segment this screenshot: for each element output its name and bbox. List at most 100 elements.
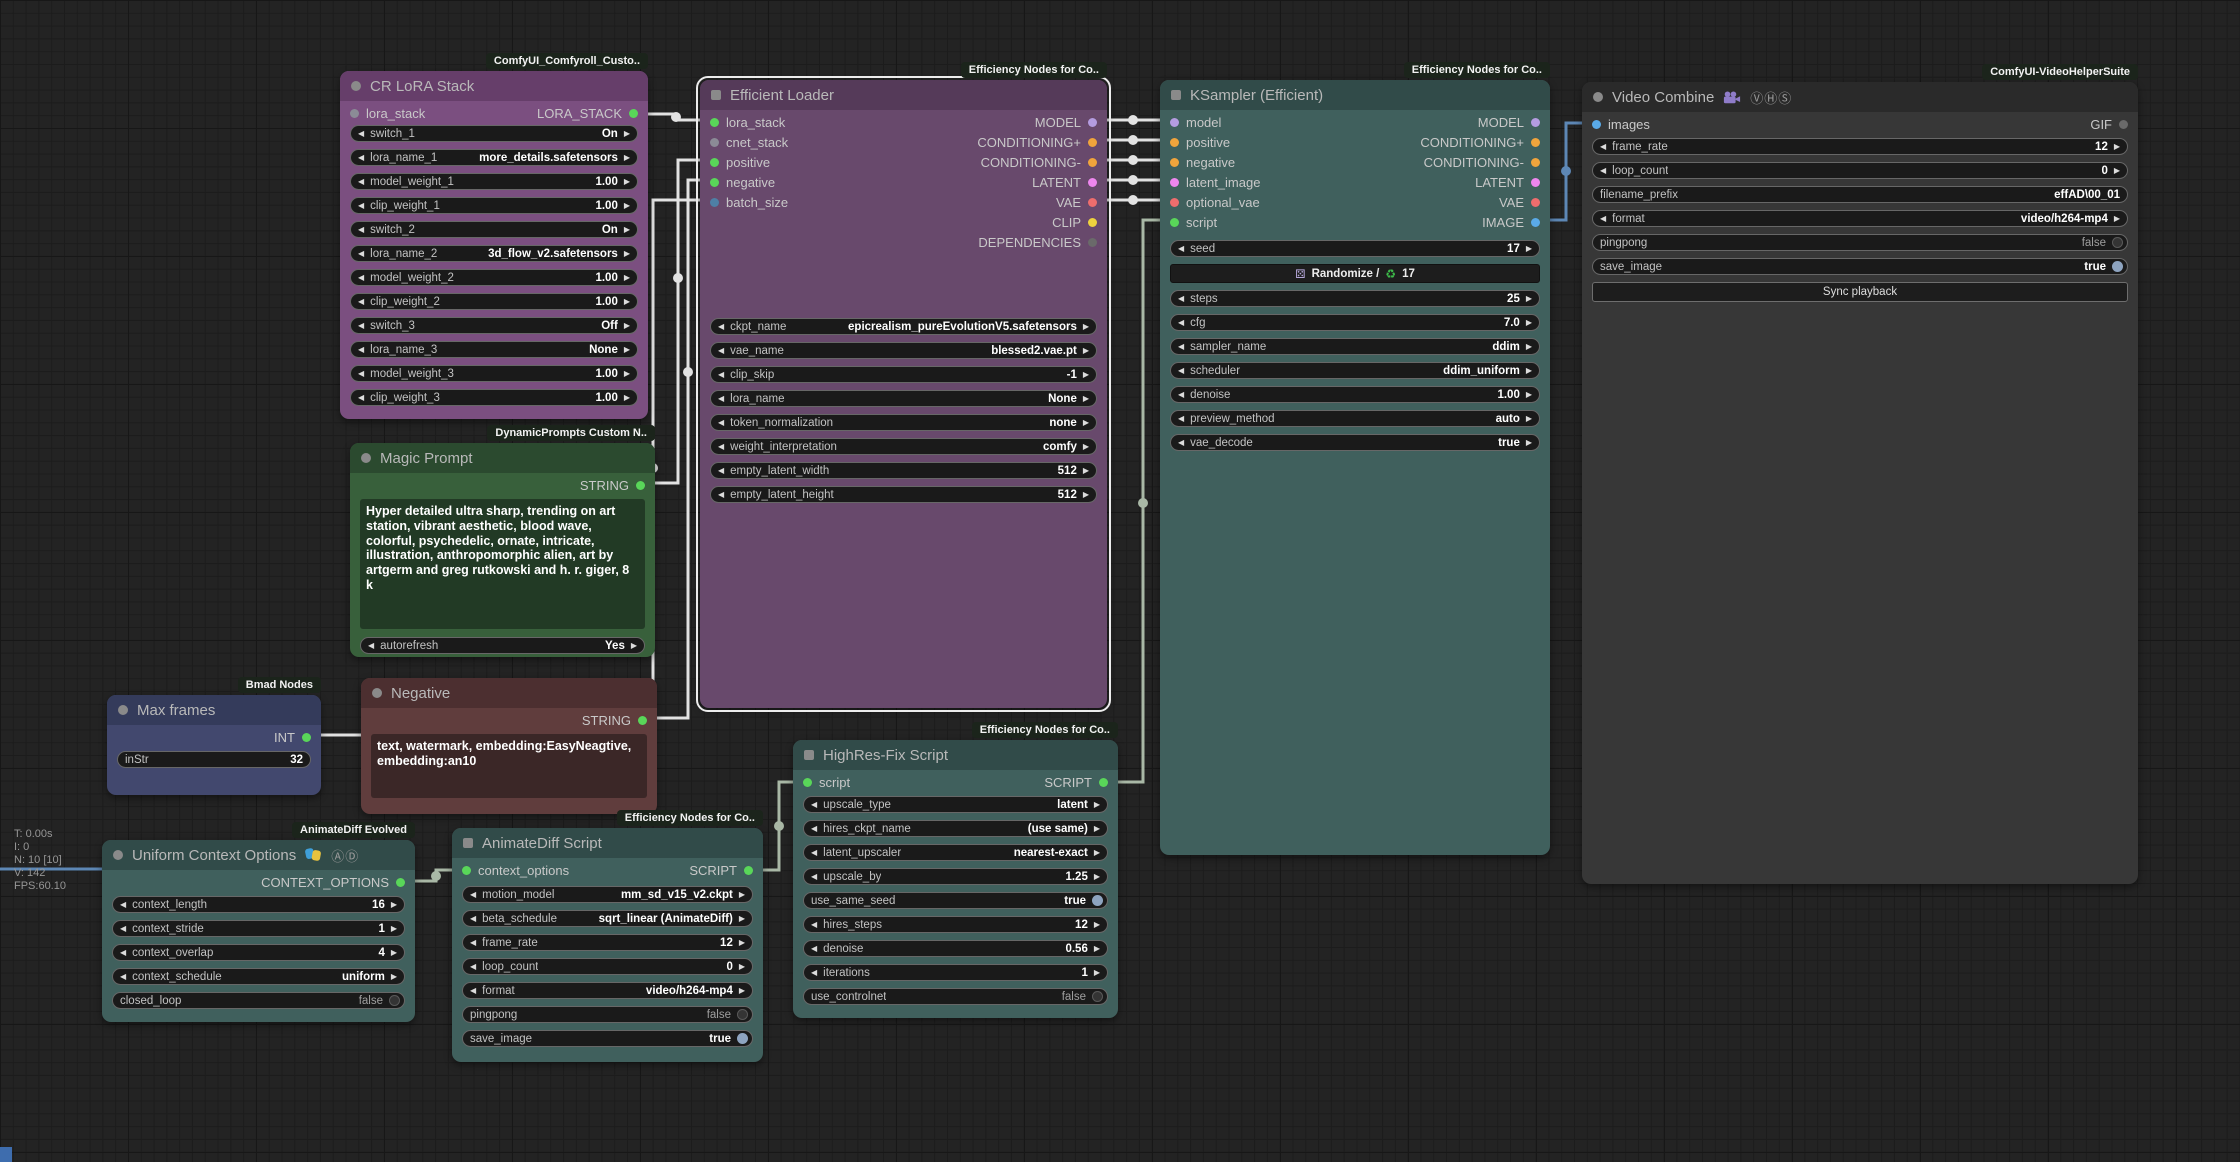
collapse-dot-icon[interactable]: [113, 850, 123, 860]
widget-frame_rate[interactable]: ◀frame_rate12▶: [462, 934, 753, 951]
increment-arrow-icon[interactable]: ▶: [1083, 346, 1089, 355]
increment-arrow-icon[interactable]: ▶: [624, 393, 630, 402]
port-in-batch_size[interactable]: [710, 198, 719, 207]
decrement-arrow-icon[interactable]: ◀: [120, 972, 126, 981]
port-out-CONDITIONING-[interactable]: [1088, 158, 1097, 167]
increment-arrow-icon[interactable]: ▶: [1526, 294, 1532, 303]
widget-inStr[interactable]: inStr32: [117, 751, 311, 768]
widget-model_weight_3[interactable]: ◀model_weight_31.00▶: [350, 365, 638, 382]
widget-steps[interactable]: ◀steps25▶: [1170, 290, 1540, 307]
decrement-arrow-icon[interactable]: ◀: [1600, 214, 1606, 223]
node-header[interactable]: CR LoRA Stack: [340, 71, 648, 101]
port-out-CONDITIONING-[interactable]: [1531, 158, 1540, 167]
decrement-arrow-icon[interactable]: ◀: [358, 249, 364, 258]
port-in-negative[interactable]: [1170, 158, 1179, 167]
decrement-arrow-icon[interactable]: ◀: [718, 466, 724, 475]
widget-iterations[interactable]: ◀iterations1▶: [803, 964, 1108, 981]
node-video-combine[interactable]: ComfyUI-VideoHelperSuite Video Combine Ⓥ…: [1582, 82, 2138, 884]
widget-use_same_seed[interactable]: use_same_seedtrue: [803, 892, 1108, 909]
decrement-arrow-icon[interactable]: ◀: [358, 201, 364, 210]
increment-arrow-icon[interactable]: ▶: [2114, 166, 2120, 175]
decrement-arrow-icon[interactable]: ◀: [718, 394, 724, 403]
increment-arrow-icon[interactable]: ▶: [1083, 418, 1089, 427]
decrement-arrow-icon[interactable]: ◀: [811, 968, 817, 977]
widget-frame_rate[interactable]: ◀frame_rate12▶: [1592, 138, 2128, 155]
increment-arrow-icon[interactable]: ▶: [1094, 944, 1100, 953]
port-out-INT[interactable]: [302, 733, 311, 742]
increment-arrow-icon[interactable]: ▶: [1094, 848, 1100, 857]
port-in-lora_stack[interactable]: [350, 109, 359, 118]
decrement-arrow-icon[interactable]: ◀: [718, 322, 724, 331]
increment-arrow-icon[interactable]: ▶: [739, 914, 745, 923]
increment-arrow-icon[interactable]: ▶: [1526, 366, 1532, 375]
increment-arrow-icon[interactable]: ▶: [2114, 142, 2120, 151]
port-in-images[interactable]: [1592, 120, 1601, 129]
port-in-script[interactable]: [1170, 218, 1179, 227]
node-ksampler-efficient[interactable]: Efficiency Nodes for Co.. KSampler (Effi…: [1160, 80, 1550, 855]
port-in-positive[interactable]: [1170, 138, 1179, 147]
decrement-arrow-icon[interactable]: ◀: [1178, 244, 1184, 253]
widget-pingpong[interactable]: pingpongfalse: [462, 1006, 753, 1023]
node-negative-prompt[interactable]: Negative STRING text, watermark, embeddi…: [361, 678, 657, 814]
widget-context_overlap[interactable]: ◀context_overlap4▶: [112, 944, 405, 961]
toggle-dot-icon[interactable]: [1092, 991, 1103, 1002]
widget-closed_loop[interactable]: closed_loopfalse: [112, 992, 405, 1009]
decrement-arrow-icon[interactable]: ◀: [120, 948, 126, 957]
collapse-box-icon[interactable]: [804, 750, 814, 760]
widget-hires_steps[interactable]: ◀hires_steps12▶: [803, 916, 1108, 933]
port-out-STRING[interactable]: [636, 481, 645, 490]
widget-vae_name[interactable]: ◀vae_nameblessed2.vae.pt▶: [710, 342, 1097, 359]
widget-lora_name[interactable]: ◀lora_nameNone▶: [710, 390, 1097, 407]
widget-lora_name_2[interactable]: ◀lora_name_23d_flow_v2.safetensors▶: [350, 245, 638, 262]
increment-arrow-icon[interactable]: ▶: [1526, 244, 1532, 253]
widget-token_normalization[interactable]: ◀token_normalizationnone▶: [710, 414, 1097, 431]
decrement-arrow-icon[interactable]: ◀: [358, 129, 364, 138]
decrement-arrow-icon[interactable]: ◀: [718, 418, 724, 427]
port-in-cnet_stack[interactable]: [710, 138, 719, 147]
toggle-dot-icon[interactable]: [389, 995, 400, 1006]
widget-scheduler[interactable]: ◀schedulerddim_uniform▶: [1170, 362, 1540, 379]
collapse-dot-icon[interactable]: [118, 705, 128, 715]
decrement-arrow-icon[interactable]: ◀: [120, 900, 126, 909]
decrement-arrow-icon[interactable]: ◀: [358, 225, 364, 234]
decrement-arrow-icon[interactable]: ◀: [470, 986, 476, 995]
decrement-arrow-icon[interactable]: ◀: [470, 962, 476, 971]
port-in-model[interactable]: [1170, 118, 1179, 127]
increment-arrow-icon[interactable]: ▶: [1083, 442, 1089, 451]
decrement-arrow-icon[interactable]: ◀: [1178, 318, 1184, 327]
decrement-arrow-icon[interactable]: ◀: [811, 800, 817, 809]
widget-preview_method[interactable]: ◀preview_methodauto▶: [1170, 410, 1540, 427]
increment-arrow-icon[interactable]: ▶: [739, 962, 745, 971]
port-out-CONDITIONING+[interactable]: [1531, 138, 1540, 147]
widget-clip_weight_2[interactable]: ◀clip_weight_21.00▶: [350, 293, 638, 310]
widget-clip_weight_3[interactable]: ◀clip_weight_31.00▶: [350, 389, 638, 406]
node-header[interactable]: Video Combine ⓋⒽⓈ: [1582, 82, 2138, 112]
node-header[interactable]: Efficient Loader: [700, 80, 1107, 110]
port-out-CONDITIONING+[interactable]: [1088, 138, 1097, 147]
decrement-arrow-icon[interactable]: ◀: [470, 938, 476, 947]
node-animatediff-script[interactable]: Efficiency Nodes for Co.. AnimateDiff Sc…: [452, 828, 763, 1062]
widget-switch_1[interactable]: ◀switch_1On▶: [350, 125, 638, 142]
decrement-arrow-icon[interactable]: ◀: [718, 346, 724, 355]
decrement-arrow-icon[interactable]: ◀: [120, 924, 126, 933]
button-sync-playback[interactable]: Sync playback: [1592, 282, 2128, 302]
decrement-arrow-icon[interactable]: ◀: [1178, 294, 1184, 303]
increment-arrow-icon[interactable]: ▶: [1526, 318, 1532, 327]
decrement-arrow-icon[interactable]: ◀: [358, 177, 364, 186]
widget-switch_2[interactable]: ◀switch_2On▶: [350, 221, 638, 238]
node-max-frames[interactable]: Bmad Nodes Max frames INT inStr32: [107, 695, 321, 795]
port-in-lora_stack[interactable]: [710, 118, 719, 127]
increment-arrow-icon[interactable]: ▶: [1083, 490, 1089, 499]
increment-arrow-icon[interactable]: ▶: [624, 129, 630, 138]
node-header[interactable]: HighRes-Fix Script: [793, 740, 1118, 770]
increment-arrow-icon[interactable]: ▶: [624, 201, 630, 210]
increment-arrow-icon[interactable]: ▶: [391, 900, 397, 909]
widget-lora_name_3[interactable]: ◀lora_name_3None▶: [350, 341, 638, 358]
increment-arrow-icon[interactable]: ▶: [624, 249, 630, 258]
increment-arrow-icon[interactable]: ▶: [2114, 214, 2120, 223]
collapse-dot-icon[interactable]: [1593, 92, 1603, 102]
widget-format[interactable]: ◀formatvideo/h264-mp4▶: [1592, 210, 2128, 227]
widget-loop_count[interactable]: ◀loop_count0▶: [1592, 162, 2128, 179]
widget-denoise[interactable]: ◀denoise1.00▶: [1170, 386, 1540, 403]
increment-arrow-icon[interactable]: ▶: [1094, 824, 1100, 833]
